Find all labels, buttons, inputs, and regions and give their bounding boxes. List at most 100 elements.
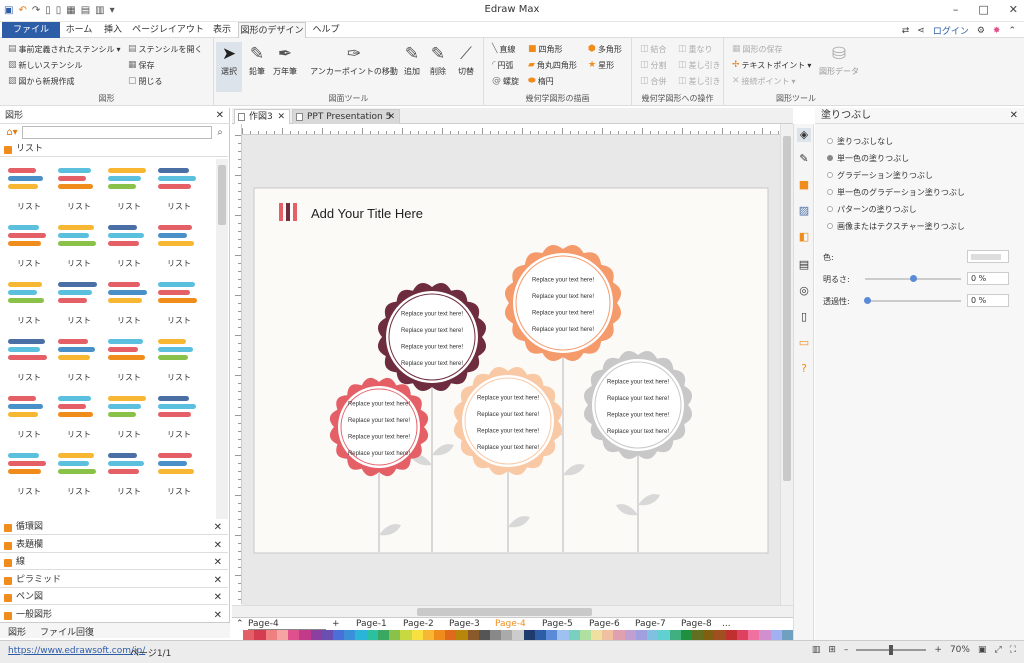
maximize-icon[interactable]: □ [978, 3, 988, 16]
library-shape-item[interactable]: リスト [154, 387, 204, 444]
ribbon-collapse-icon[interactable]: ⌃ [1008, 26, 1016, 36]
library-shape-item[interactable]: リスト [104, 444, 154, 501]
flower-center[interactable] [513, 253, 613, 353]
fill-option[interactable]: 単一色の塗りつぶし [825, 151, 909, 166]
palette-swatch[interactable] [501, 630, 513, 640]
page-view-icon[interactable]: ▥ [812, 645, 821, 655]
palette-swatch[interactable] [456, 630, 468, 640]
predefined-stencil-button[interactable]: ▤ 事前定義されたステンシル ▾ [8, 42, 121, 56]
fit-window-icon[interactable]: ⤢ [994, 645, 1001, 655]
palette-swatch[interactable] [635, 630, 648, 640]
library-shape-item[interactable]: リスト [154, 216, 204, 273]
palette-swatch[interactable] [613, 630, 625, 640]
library-shape-item[interactable]: リスト [104, 216, 154, 273]
palette-swatch[interactable] [232, 630, 244, 640]
palette-swatch[interactable] [691, 630, 704, 640]
color-picker[interactable] [967, 250, 1009, 263]
palette-swatch[interactable] [781, 630, 793, 640]
subtract-button[interactable]: ◫ 差し引き [678, 58, 721, 72]
palette-swatch[interactable] [624, 630, 636, 640]
close-stencil-button[interactable]: ▢ 閉じる [128, 74, 163, 88]
library-category[interactable]: ピラミッド ✕ [0, 572, 228, 588]
palette-swatch[interactable] [770, 630, 782, 640]
library-shape-item[interactable]: リスト [154, 444, 204, 501]
close-icon[interactable]: ✕ [214, 538, 222, 553]
tab-file-recovery[interactable]: ファイル回復 [40, 625, 94, 638]
zoom-in-icon[interactable]: + [934, 645, 942, 655]
zoom-slider[interactable] [856, 645, 927, 655]
share-icon[interactable]: ⋖ [917, 26, 925, 36]
fill-option[interactable]: 塗りつぶしなし [825, 134, 893, 149]
close-icon[interactable]: ✕ [1009, 3, 1018, 16]
radio-icon[interactable] [827, 155, 833, 161]
menu-view[interactable]: 表示 [208, 22, 236, 38]
save-stencil-button[interactable]: ▦ 保存 [128, 58, 155, 72]
combine-button[interactable]: ◫ 結合 [640, 42, 667, 56]
library-shape-item[interactable]: リスト [54, 444, 104, 501]
palette-swatch[interactable] [467, 630, 479, 640]
placeholder-text[interactable]: Replace your text here! [477, 428, 539, 434]
palette-swatch[interactable] [658, 630, 670, 640]
library-shape-item[interactable]: リスト [4, 273, 54, 330]
ellipse-button[interactable]: ⬬ 楕円 [528, 74, 554, 88]
library-shape-item[interactable]: リスト [154, 159, 204, 216]
library-shape-item[interactable]: リスト [54, 387, 104, 444]
rect-button[interactable]: ■ 四角形 [528, 42, 563, 56]
globe-icon[interactable]: ◎ [797, 284, 811, 298]
palette-swatch[interactable] [647, 630, 659, 640]
library-shape-item[interactable]: リスト [4, 159, 54, 216]
placeholder-text[interactable]: Replace your text here! [348, 451, 410, 457]
scrollbar-thumb[interactable] [417, 608, 592, 616]
library-category[interactable]: 表題欄 ✕ [0, 537, 228, 553]
menu-page-layout[interactable]: ページレイアウト [130, 22, 206, 38]
library-shape-item[interactable]: リスト [54, 159, 104, 216]
open-stencil-button[interactable]: ▤ ステンシルを開く [128, 42, 203, 56]
subtract2-button[interactable]: ◫ 差し引き [678, 74, 721, 88]
library-category[interactable]: 一般図形 ✕ [0, 607, 228, 623]
slider-knob[interactable] [864, 297, 871, 304]
select-tool-button[interactable]: ➤ 選択 [216, 42, 242, 92]
library-shape-item[interactable]: リスト [4, 330, 54, 387]
canvas-horizontal-scrollbar[interactable] [232, 605, 793, 617]
placeholder-text[interactable]: Replace your text here! [348, 401, 410, 407]
palette-swatch[interactable] [602, 630, 614, 640]
delete-point-button[interactable]: ✎ 削除 [426, 42, 450, 77]
palette-swatch[interactable] [669, 630, 681, 640]
library-scrollbar[interactable] [216, 159, 228, 519]
login-link[interactable]: ログイン [933, 24, 969, 37]
library-category[interactable]: 線 ✕ [0, 555, 228, 570]
palette-swatch[interactable] [243, 630, 255, 640]
fit-page-icon[interactable]: ⊞ [828, 645, 836, 655]
close-icon[interactable]: ✕ [214, 608, 222, 623]
close-icon[interactable]: ✕ [214, 590, 222, 605]
library-shape-item[interactable]: リスト [154, 330, 204, 387]
shape-data-button[interactable]: ⛁ 図形データ [814, 42, 864, 77]
menu-file[interactable]: ファイル [2, 22, 60, 38]
placeholder-text[interactable]: Replace your text here! [607, 412, 669, 418]
flower-center[interactable] [592, 359, 684, 451]
library-shape-item[interactable]: リスト [54, 330, 104, 387]
settings-gear-icon[interactable]: ⚙ [977, 26, 985, 36]
polygon-button[interactable]: ⬢ 多角形 [588, 42, 622, 56]
comment-icon[interactable]: ▭ [797, 336, 811, 350]
placeholder-text[interactable]: Replace your text here! [401, 344, 463, 350]
scrollbar-thumb[interactable] [783, 136, 791, 481]
palette-swatch[interactable] [299, 630, 311, 640]
palette-swatch[interactable] [366, 630, 378, 640]
search-icon[interactable]: ⌕ [212, 127, 228, 138]
radio-icon[interactable] [827, 189, 833, 195]
fill-option[interactable]: 画像またはテクスチャー塗りつぶし [825, 219, 965, 234]
image-icon[interactable]: ▨ [797, 204, 811, 218]
cut-point-button[interactable]: ⟋ 切替 [454, 42, 478, 77]
anchor-move-button[interactable]: ✑ アンカーポイントの移動 [306, 42, 402, 77]
page-icon[interactable]: ▤ [797, 258, 811, 272]
tab-shapes[interactable]: 図形 [8, 625, 26, 638]
flower-center[interactable] [462, 375, 554, 467]
palette-swatch[interactable] [534, 630, 547, 640]
palette-swatch[interactable] [523, 630, 535, 640]
switch-icon[interactable]: ⇄ [902, 26, 910, 36]
close-icon[interactable]: ✕ [277, 110, 285, 124]
palette-swatch[interactable] [546, 630, 558, 640]
placeholder-text[interactable]: Replace your text here! [348, 434, 410, 440]
placeholder-text[interactable]: Replace your text here! [532, 327, 594, 333]
